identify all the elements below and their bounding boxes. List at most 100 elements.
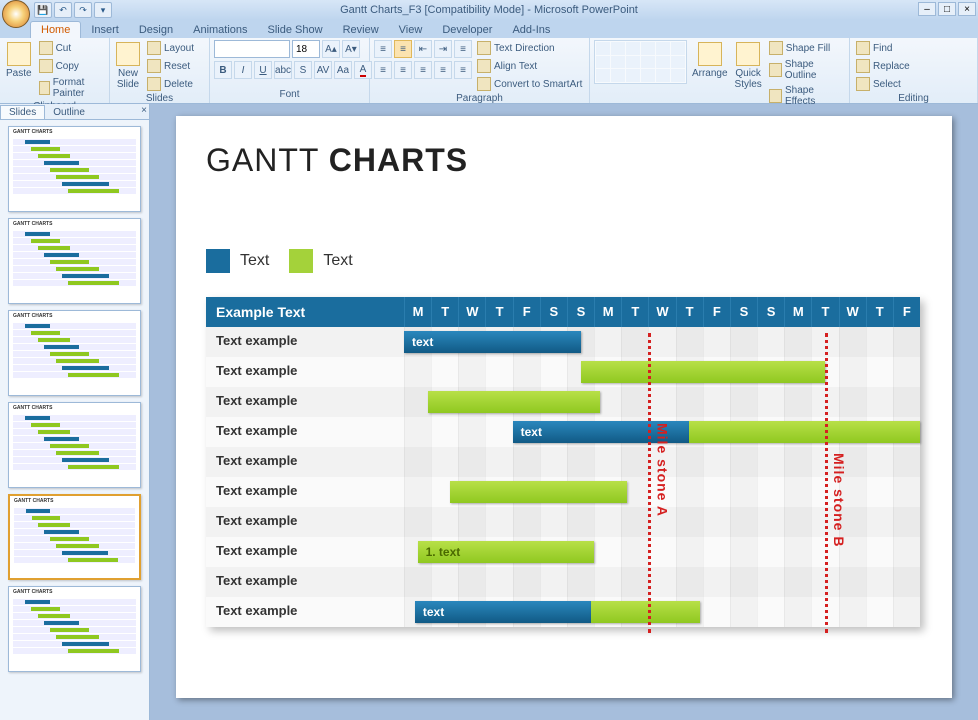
select-button[interactable]: Select xyxy=(854,76,912,92)
gantt-bar[interactable] xyxy=(689,421,920,443)
maximize-button[interactable]: □ xyxy=(938,2,956,16)
gantt-bar[interactable] xyxy=(581,361,825,383)
bullets-button[interactable]: ≡ xyxy=(374,40,392,58)
qat-redo[interactable]: ↷ xyxy=(74,2,92,18)
text-direction-button[interactable]: Text Direction xyxy=(475,40,584,56)
qat-more[interactable]: ▾ xyxy=(94,2,112,18)
gantt-day-header: W xyxy=(458,297,485,327)
gantt-row: Text example xyxy=(206,447,920,477)
underline-button[interactable]: U xyxy=(254,61,272,79)
columns-button[interactable]: ≡ xyxy=(454,61,472,79)
gantt-chart[interactable]: Example TextMTWTFSSMTWTFSSMTWTFText exam… xyxy=(206,297,920,627)
select-icon xyxy=(856,77,870,91)
slide-thumbnail[interactable]: GANTT CHARTS xyxy=(8,218,141,304)
tab-design[interactable]: Design xyxy=(129,22,183,38)
increase-indent-button[interactable]: ⇥ xyxy=(434,40,452,58)
close-button[interactable]: × xyxy=(958,2,976,16)
format-painter-button[interactable]: Format Painter xyxy=(37,76,105,100)
replace-button[interactable]: Replace xyxy=(854,58,912,74)
tab-slide-show[interactable]: Slide Show xyxy=(258,22,333,38)
legend-item-green: Text xyxy=(289,249,352,273)
arrange-button[interactable]: Arrange xyxy=(690,40,730,81)
gantt-bar[interactable]: text xyxy=(404,331,581,353)
qat-undo[interactable]: ↶ xyxy=(54,2,72,18)
slide-thumbnail[interactable]: GANTT CHARTS xyxy=(8,494,141,580)
gantt-bar[interactable] xyxy=(450,481,627,503)
slide-thumbnail[interactable]: GANTT CHARTS xyxy=(8,310,141,396)
tab-home[interactable]: Home xyxy=(30,21,81,38)
copy-button[interactable]: Copy xyxy=(37,58,105,74)
line-spacing-button[interactable]: ≡ xyxy=(454,40,472,58)
tab-add-ins[interactable]: Add-Ins xyxy=(502,22,560,38)
qat-save[interactable]: 💾 xyxy=(34,2,52,18)
tab-review[interactable]: Review xyxy=(333,22,389,38)
gantt-row: Text example xyxy=(206,357,920,387)
gantt-day-header: W xyxy=(839,297,866,327)
delete-icon xyxy=(147,77,161,91)
grow-font-button[interactable]: A▴ xyxy=(322,40,340,58)
change-case-button[interactable]: Aa xyxy=(334,61,352,79)
slide-canvas-wrap[interactable]: GANTT CHARTS Text Text Example TextMTWTF… xyxy=(150,104,978,720)
slide-thumbnail[interactable]: GANTT CHARTS xyxy=(8,126,141,212)
close-panel-button[interactable]: × xyxy=(141,105,147,116)
shapes-gallery[interactable] xyxy=(594,40,687,84)
thumb-title: GANTT CHARTS xyxy=(9,127,140,137)
font-label: Font xyxy=(214,88,365,101)
office-button[interactable] xyxy=(2,0,30,28)
decrease-indent-button[interactable]: ⇤ xyxy=(414,40,432,58)
font-size-select[interactable]: 18 xyxy=(292,40,320,58)
slide-thumbnail[interactable]: GANTT CHARTS xyxy=(8,586,141,672)
tab-view[interactable]: View xyxy=(389,22,433,38)
delete-button[interactable]: Delete xyxy=(145,76,196,92)
convert-smartart-button[interactable]: Convert to SmartArt xyxy=(475,76,584,92)
main-area: Slides Outline × GANTT CHARTSGANTT CHART… xyxy=(0,104,978,720)
shape-fill-button[interactable]: Shape Fill xyxy=(767,40,845,56)
align-text-button[interactable]: Align Text xyxy=(475,58,584,74)
paste-button[interactable]: Paste xyxy=(4,40,34,81)
tab-insert[interactable]: Insert xyxy=(81,22,129,38)
shadow-button[interactable]: S xyxy=(294,61,312,79)
gantt-bar[interactable]: text xyxy=(415,601,592,623)
shrink-font-button[interactable]: A▾ xyxy=(342,40,360,58)
align-left-button[interactable]: ≡ xyxy=(374,61,392,79)
strike-button[interactable]: abc xyxy=(274,61,292,79)
align-right-button[interactable]: ≡ xyxy=(414,61,432,79)
thumb-title: GANTT CHARTS xyxy=(9,219,140,229)
thumb-title: GANTT CHARTS xyxy=(10,496,139,506)
italic-button[interactable]: I xyxy=(234,61,252,79)
shape-effects-icon xyxy=(769,89,782,103)
reset-button[interactable]: Reset xyxy=(145,58,196,74)
gantt-day-header: M xyxy=(784,297,811,327)
slide-thumbnail[interactable]: GANTT CHARTS xyxy=(8,402,141,488)
gantt-bar[interactable] xyxy=(428,391,599,413)
layout-button[interactable]: Layout xyxy=(145,40,196,56)
legend: Text Text xyxy=(206,249,922,273)
slide-panel: Slides Outline × GANTT CHARTSGANTT CHART… xyxy=(0,104,150,720)
cut-button[interactable]: Cut xyxy=(37,40,105,56)
find-icon xyxy=(856,41,870,55)
align-center-button[interactable]: ≡ xyxy=(394,61,412,79)
reset-icon xyxy=(147,59,161,73)
gantt-bar[interactable] xyxy=(591,601,700,623)
tab-animations[interactable]: Animations xyxy=(183,22,257,38)
gantt-bar[interactable]: 1. text xyxy=(418,541,595,563)
gantt-day-header: S xyxy=(757,297,784,327)
minimize-button[interactable]: – xyxy=(918,2,936,16)
quick-styles-button[interactable]: Quick Styles xyxy=(733,40,764,92)
smartart-icon xyxy=(477,77,491,91)
char-spacing-button[interactable]: AV xyxy=(314,61,332,79)
tab-outline[interactable]: Outline xyxy=(45,106,93,119)
justify-button[interactable]: ≡ xyxy=(434,61,452,79)
numbering-button[interactable]: ≡ xyxy=(394,40,412,58)
bold-button[interactable]: B xyxy=(214,61,232,79)
replace-icon xyxy=(856,59,870,73)
paste-icon xyxy=(7,42,31,66)
tab-developer[interactable]: Developer xyxy=(432,22,502,38)
font-family-select[interactable] xyxy=(214,40,290,58)
find-button[interactable]: Find xyxy=(854,40,912,56)
gantt-day-header: F xyxy=(703,297,730,327)
slide-canvas[interactable]: GANTT CHARTS Text Text Example TextMTWTF… xyxy=(176,116,952,698)
tab-slides[interactable]: Slides xyxy=(0,105,45,119)
new-slide-button[interactable]: New Slide xyxy=(114,40,142,92)
shape-outline-button[interactable]: Shape Outline xyxy=(767,58,845,82)
